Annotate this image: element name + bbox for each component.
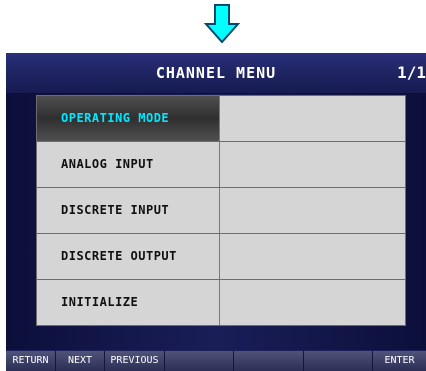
function-key-bar: RETURN NEXT PREVIOUS ENTER (6, 351, 426, 371)
menu-item-label: DISCRETE OUTPUT (37, 234, 220, 279)
down-arrow-icon (203, 4, 241, 44)
menu-panel: OPERATING MODE ANALOG INPUT DISCRETE INP… (6, 94, 426, 350)
menu-item-value (220, 142, 405, 187)
next-button[interactable]: NEXT (56, 351, 105, 371)
menu-item-discrete-input[interactable]: DISCRETE INPUT (36, 187, 406, 233)
page-title: CHANNEL MENU (155, 64, 277, 82)
function-key-4[interactable] (165, 351, 234, 371)
menu-item-value (220, 96, 405, 141)
menu-item-initialize[interactable]: INITIALIZE (36, 279, 406, 326)
menu-item-value (220, 188, 405, 233)
title-bar: CHANNEL MENU 1/1 (6, 53, 426, 94)
menu-item-label: ANALOG INPUT (37, 142, 220, 187)
page-indicator: 1/1 (397, 63, 426, 82)
menu-item-discrete-output[interactable]: DISCRETE OUTPUT (36, 233, 406, 279)
menu-item-operating-mode[interactable]: OPERATING MODE (36, 95, 406, 141)
menu-item-label: DISCRETE INPUT (37, 188, 220, 233)
menu-item-label: INITIALIZE (37, 280, 220, 325)
enter-button[interactable]: ENTER (373, 351, 426, 371)
function-key-6[interactable] (304, 351, 373, 371)
previous-button[interactable]: PREVIOUS (105, 351, 165, 371)
hmi-screen: CHANNEL MENU 1/1 OPERATING MODE ANALOG I… (6, 53, 426, 371)
function-key-5[interactable] (234, 351, 304, 371)
channel-menu: OPERATING MODE ANALOG INPUT DISCRETE INP… (36, 95, 406, 326)
menu-item-value (220, 280, 405, 325)
menu-item-label: OPERATING MODE (37, 96, 220, 141)
menu-item-value (220, 234, 405, 279)
return-button[interactable]: RETURN (6, 351, 56, 371)
menu-item-analog-input[interactable]: ANALOG INPUT (36, 141, 406, 187)
